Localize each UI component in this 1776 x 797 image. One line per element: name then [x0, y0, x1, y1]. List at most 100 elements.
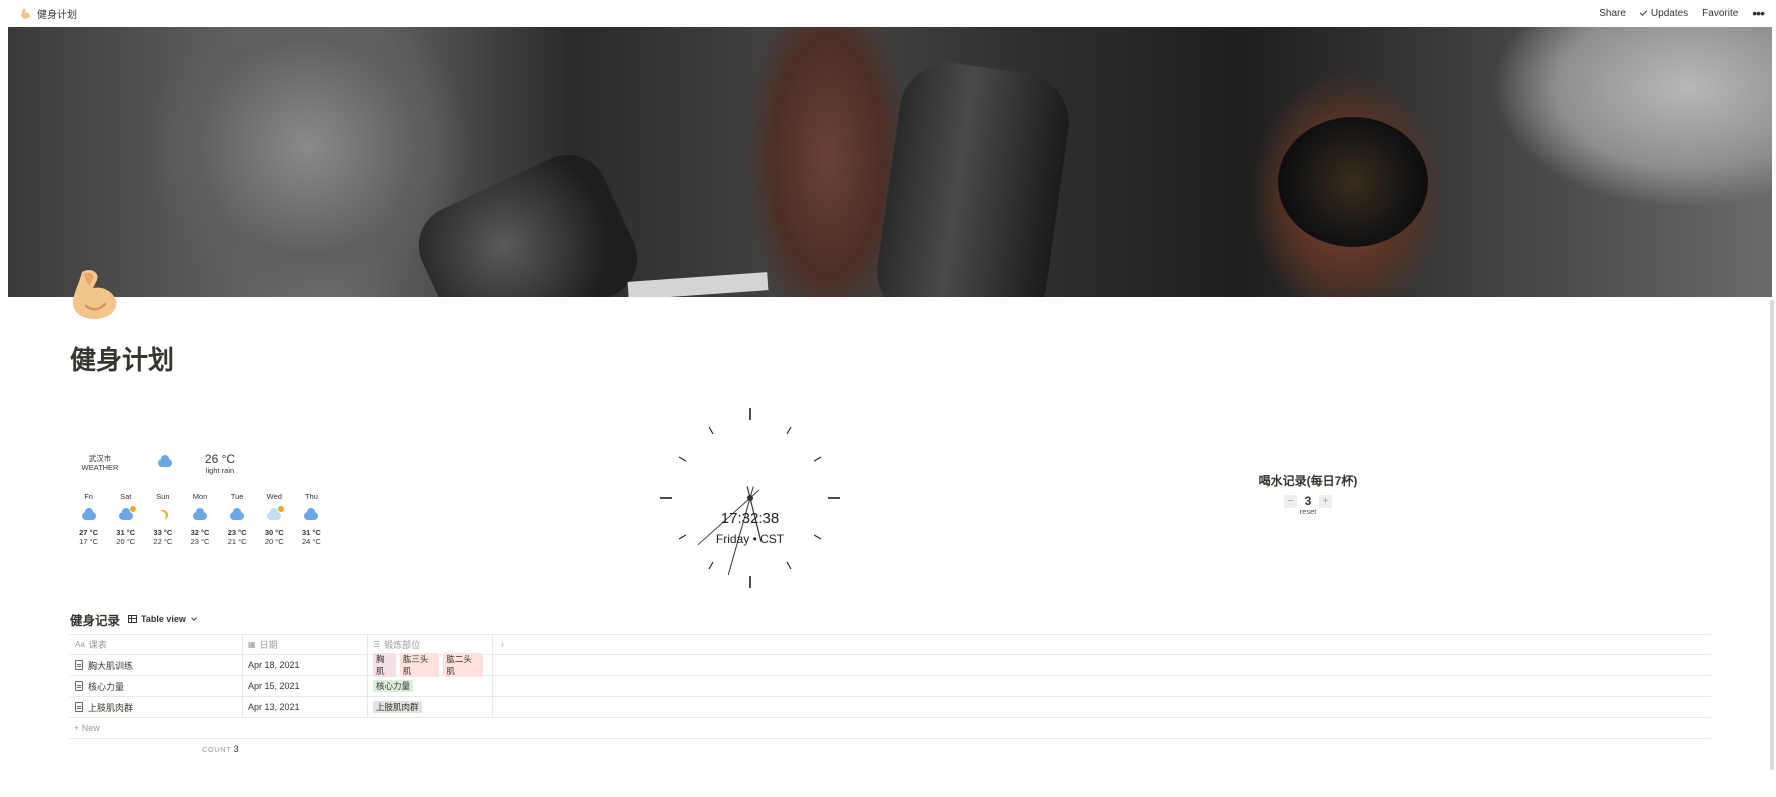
column-header-title[interactable]: Aa 课表	[70, 635, 243, 654]
forecast-day-name: Tue	[230, 492, 244, 501]
parts-cell[interactable]: 胸肌 肱三头肌 肱二头肌	[368, 653, 493, 677]
check-icon	[1639, 7, 1648, 16]
forecast-high: 32 °C	[190, 528, 210, 537]
date-cell[interactable]: Apr 15, 2021	[243, 676, 368, 696]
analog-clock: 17:32:38 Friday • CST	[660, 408, 840, 588]
forecast-low: 22 °C	[153, 537, 173, 546]
parts-cell[interactable]: 上肢肌肉群	[368, 697, 493, 717]
forecast-day-name: Sat	[120, 492, 132, 501]
forecast-low: 20 °C	[116, 537, 136, 546]
breadcrumb[interactable]: 健身计划	[20, 6, 77, 21]
count-label: COUNT	[202, 745, 232, 754]
table-header-row: Aa 课表 ▦ 日期 ☰ 锻炼部位 +	[70, 634, 1711, 655]
forecast-day: Mon 32 °C 23 °C	[181, 492, 218, 546]
new-row-button[interactable]: + New	[70, 718, 1711, 739]
tag: 肱三头肌	[399, 653, 440, 677]
forecast-high: 33 °C	[153, 528, 173, 537]
flexed-biceps-icon	[20, 8, 31, 19]
updates-button[interactable]: Updates	[1639, 7, 1689, 19]
date-cell[interactable]: Apr 18, 2021	[243, 655, 368, 675]
tag: 上肢肌肉群	[373, 701, 422, 713]
rain-cloud-icon	[81, 508, 96, 520]
date-cell[interactable]: Apr 13, 2021	[243, 697, 368, 717]
weather-location: 武汉市 WEATHER	[60, 454, 140, 472]
water-counter-title: 喝水记录(每日7杯)	[1258, 474, 1358, 488]
sunny-cloud-icon	[267, 506, 285, 520]
forecast-day-name: Fri	[84, 492, 93, 501]
multi-select-icon: ☰	[373, 640, 381, 649]
rain-cloud-icon	[192, 508, 207, 520]
weather-city: 武汉市	[88, 454, 112, 463]
count-value: 3	[233, 744, 239, 754]
forecast-low: 17 °C	[79, 537, 98, 546]
forecast-day: Tue 23 °C 21 °C	[219, 492, 256, 546]
clock-tick	[708, 561, 714, 570]
forecast-high: 31 °C	[301, 528, 321, 537]
page-icon	[75, 660, 83, 670]
forecast-day-name: Wed	[266, 492, 282, 501]
reset-button[interactable]: reset	[1250, 507, 1366, 516]
rain-cloud-icon	[230, 508, 245, 520]
page-icon-flexed-biceps[interactable]	[70, 268, 118, 320]
table-icon	[128, 615, 138, 623]
clock-time: 17:32:38	[720, 510, 780, 527]
table-row[interactable]: 上肢肌肉群 Apr 13, 2021 上肢肌肉群	[70, 697, 1711, 718]
decrement-button[interactable]: −	[1284, 494, 1297, 508]
clock-face	[660, 408, 840, 588]
table-row[interactable]: 核心力量 Apr 15, 2021 核心力量	[70, 676, 1711, 697]
scrollbar[interactable]	[1770, 300, 1774, 770]
forecast-day: Fri 27 °C 17 °C	[70, 492, 107, 546]
weather-current-desc: light rain	[205, 465, 235, 475]
updates-label: Updates	[1650, 7, 1689, 19]
increment-button[interactable]: +	[1319, 494, 1332, 508]
clock-day-zone: Friday • CST	[715, 532, 785, 546]
title-cell[interactable]: 上肢肌肉群	[70, 697, 243, 717]
water-count-value: 3	[1304, 494, 1312, 508]
forecast-high: 31 °C	[116, 528, 136, 537]
water-counter-widget: 喝水记录(每日7杯) − 3 + reset	[1250, 472, 1366, 516]
forecast-day-name: Sun	[156, 492, 170, 501]
forecast-day: Sun 33 °C 22 °C	[144, 492, 181, 546]
favorite-button[interactable]: Favorite	[1702, 8, 1738, 19]
database-table: Aa 课表 ▦ 日期 ☰ 锻炼部位 + 胸大肌训练 Apr 18, 2021 胸肌 肱三头肌…	[70, 634, 1711, 739]
view-selector[interactable]: Table view	[128, 614, 197, 624]
table-row[interactable]: 胸大肌训练 Apr 18, 2021 胸肌 肱三头肌 肱二头肌	[70, 653, 1711, 677]
forecast-high: 30 °C	[264, 528, 284, 537]
page-title: 健身计划	[70, 345, 175, 375]
rain-cloud-icon	[304, 508, 319, 520]
database-header: 健身记录 Table view	[70, 610, 197, 629]
forecast-low: 20 °C	[264, 537, 284, 546]
column-header-date[interactable]: ▦ 日期	[243, 635, 368, 654]
weather-current-temp: 26 °C	[204, 451, 236, 466]
more-options-icon[interactable]: •••	[1752, 6, 1765, 20]
text-property-icon: Aa	[75, 640, 85, 649]
cover-image	[8, 27, 1772, 297]
rain-cloud-icon	[158, 455, 172, 467]
parts-cell[interactable]: 核心力量	[368, 676, 493, 696]
count-summary[interactable]: COUNT 3	[202, 744, 239, 754]
database-title[interactable]: 健身记录	[70, 610, 120, 629]
forecast-day: Wed 30 °C 20 °C	[256, 492, 293, 546]
weather-forecast: Fri 27 °C 17 °C Sat 31 °C 20 °C Sun 33 °C 22 °C M…	[60, 492, 330, 546]
tag: 核心力量	[373, 680, 414, 692]
forecast-high: 27 °C	[79, 528, 98, 537]
forecast-low: 23 °C	[190, 537, 210, 546]
title-cell[interactable]: 核心力量	[70, 676, 243, 696]
weather-current: 26 °C light rain	[190, 452, 250, 475]
share-button[interactable]: Share	[1599, 8, 1626, 19]
forecast-day: Sat 31 °C 20 °C	[107, 492, 144, 546]
add-column-button[interactable]: +	[493, 635, 1711, 654]
forecast-day-name: Thu	[304, 492, 318, 501]
top-bar: 健身计划 Share Updates Favorite •••	[0, 0, 1776, 26]
forecast-low: 24 °C	[301, 537, 321, 546]
clock-tick	[786, 426, 792, 435]
clock-tick	[786, 561, 792, 570]
forecast-low: 21 °C	[227, 537, 247, 546]
page-icon	[75, 681, 83, 691]
weather-label: WEATHER	[81, 463, 119, 472]
breadcrumb-label: 健身计划	[37, 9, 77, 21]
column-header-parts[interactable]: ☰ 锻炼部位	[368, 635, 493, 654]
title-cell[interactable]: 胸大肌训练	[70, 655, 243, 675]
clock-center	[747, 495, 753, 501]
calendar-icon: ▦	[248, 640, 256, 649]
